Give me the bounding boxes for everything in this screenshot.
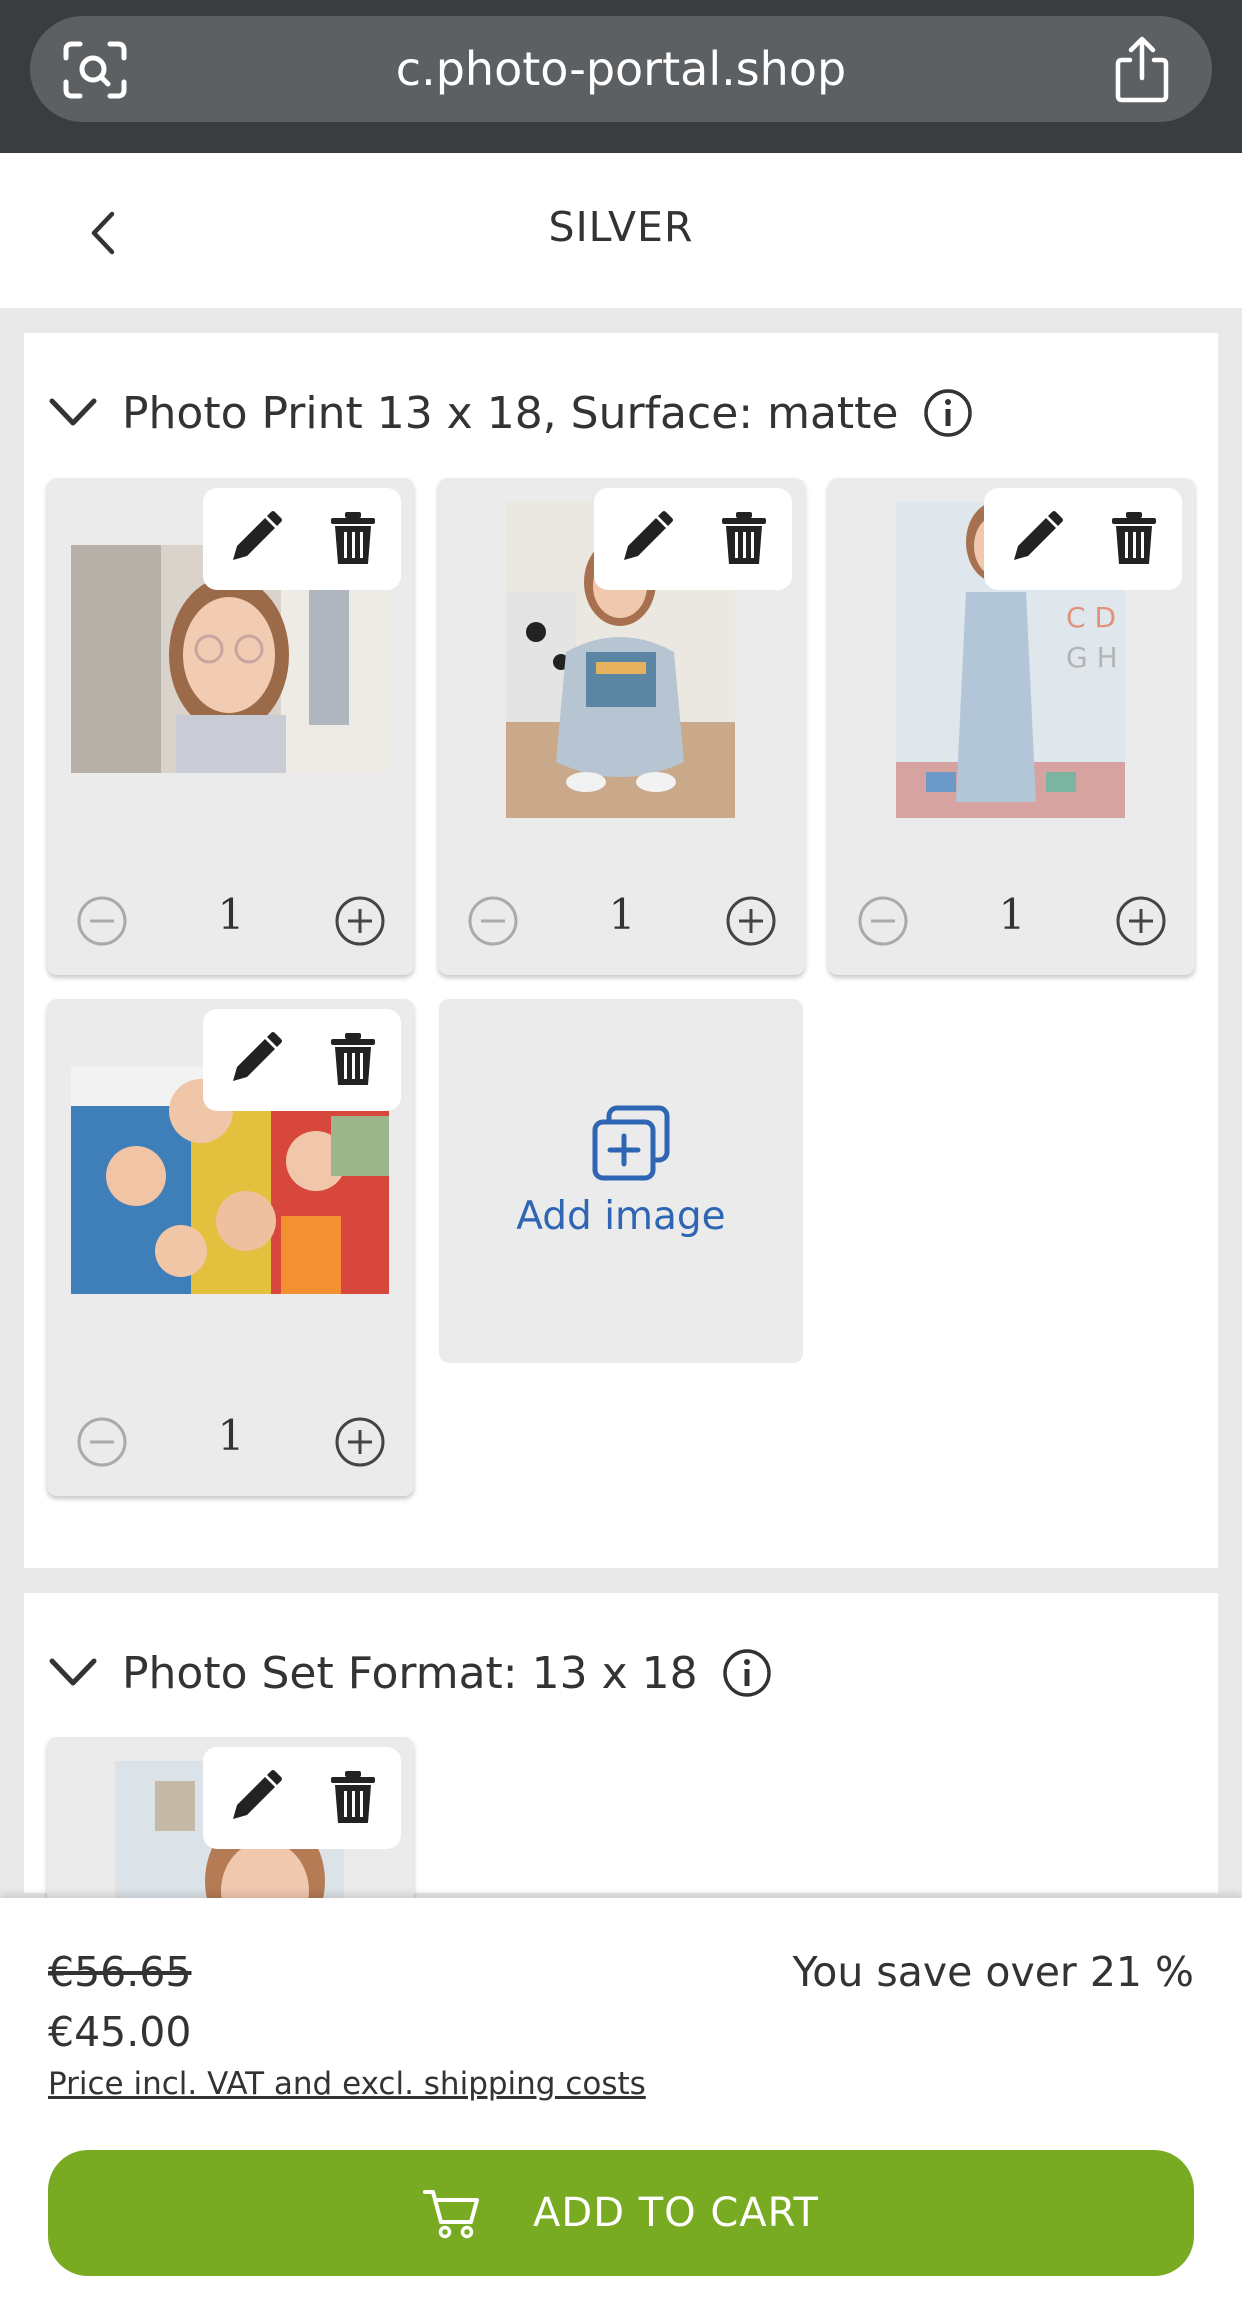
plus-circle-icon[interactable] [724, 894, 778, 948]
photo-tools [203, 1009, 401, 1111]
cart-icon [423, 2190, 480, 2239]
share-icon[interactable] [1110, 34, 1174, 104]
section-header[interactable]: Photo Set Format: 13 x 18 [48, 1643, 772, 1703]
minus-circle-icon[interactable] [466, 894, 520, 948]
pencil-icon[interactable] [1006, 508, 1066, 568]
add-to-cart-label: ADD TO CART [533, 2190, 819, 2236]
plus-circle-icon[interactable] [1114, 894, 1168, 948]
quantity-stepper: 1 [47, 1411, 414, 1471]
add-image-icon [592, 1105, 670, 1181]
pencil-icon[interactable] [616, 508, 676, 568]
trash-icon[interactable] [1104, 508, 1164, 568]
price-footer: €56.65 €45.00 Price incl. VAT and excl. … [0, 1898, 1242, 2316]
url-text[interactable]: c.photo-portal.shop [30, 16, 1212, 122]
vat-shipping-link[interactable]: Price incl. VAT and excl. shipping costs [48, 2066, 646, 2102]
section-title: Photo Print 13 x 18, Surface: matte [122, 387, 899, 439]
product-section-photo-print: Photo Print 13 x 18, Surface: matte 1 1 … [24, 333, 1218, 1568]
photo-card: 1 [47, 478, 414, 975]
chevron-down-icon[interactable] [48, 393, 98, 433]
photo-card [47, 1737, 414, 1917]
quantity-value: 1 [998, 890, 1026, 939]
trash-icon[interactable] [323, 1767, 383, 1827]
photo-tools [203, 488, 401, 590]
current-price: €45.00 [48, 2008, 192, 2056]
photo-tools [203, 1747, 401, 1849]
product-section-photo-set: Photo Set Format: 13 x 18 [24, 1593, 1218, 1917]
screen-search-icon[interactable] [62, 40, 128, 100]
trash-icon[interactable] [323, 1029, 383, 1089]
savings-text: You save over 21 % [792, 1948, 1194, 1996]
page-title: SILVER [548, 203, 694, 251]
info-icon[interactable] [722, 1648, 772, 1698]
add-image-label: Add image [516, 1194, 726, 1239]
minus-circle-icon[interactable] [75, 1415, 129, 1469]
browser-toolbar: c.photo-portal.shop [0, 0, 1242, 153]
address-bar[interactable]: c.photo-portal.shop [30, 16, 1212, 122]
app-header: SILVER [0, 153, 1242, 308]
quantity-value: 1 [217, 1411, 245, 1460]
photo-tools [594, 488, 792, 590]
pencil-icon[interactable] [225, 508, 285, 568]
quantity-stepper: 1 [438, 890, 805, 950]
chevron-down-icon[interactable] [48, 1653, 98, 1693]
section-header[interactable]: Photo Print 13 x 18, Surface: matte [48, 383, 973, 443]
photo-card: C D G H 1 [828, 478, 1195, 975]
original-price: €56.65 [48, 1948, 192, 1996]
quantity-stepper: 1 [47, 890, 414, 950]
photo-card: 1 [438, 478, 805, 975]
plus-circle-icon[interactable] [333, 1415, 387, 1469]
pencil-icon[interactable] [225, 1029, 285, 1089]
add-to-cart-button[interactable]: ADD TO CART [48, 2150, 1194, 2276]
quantity-value: 1 [608, 890, 636, 939]
svg-text:G H: G H [1066, 641, 1118, 674]
trash-icon[interactable] [714, 508, 774, 568]
minus-circle-icon[interactable] [75, 894, 129, 948]
section-title: Photo Set Format: 13 x 18 [122, 1647, 698, 1699]
photo-tools [984, 488, 1182, 590]
add-image-button[interactable]: Add image [439, 999, 803, 1363]
plus-circle-icon[interactable] [333, 894, 387, 948]
trash-icon[interactable] [323, 508, 383, 568]
quantity-stepper: 1 [828, 890, 1195, 950]
quantity-value: 1 [217, 890, 245, 939]
photo-card: 1 [47, 999, 414, 1496]
svg-text:C D: C D [1066, 601, 1116, 634]
minus-circle-icon[interactable] [856, 894, 910, 948]
info-icon[interactable] [923, 388, 973, 438]
pencil-icon[interactable] [225, 1767, 285, 1827]
